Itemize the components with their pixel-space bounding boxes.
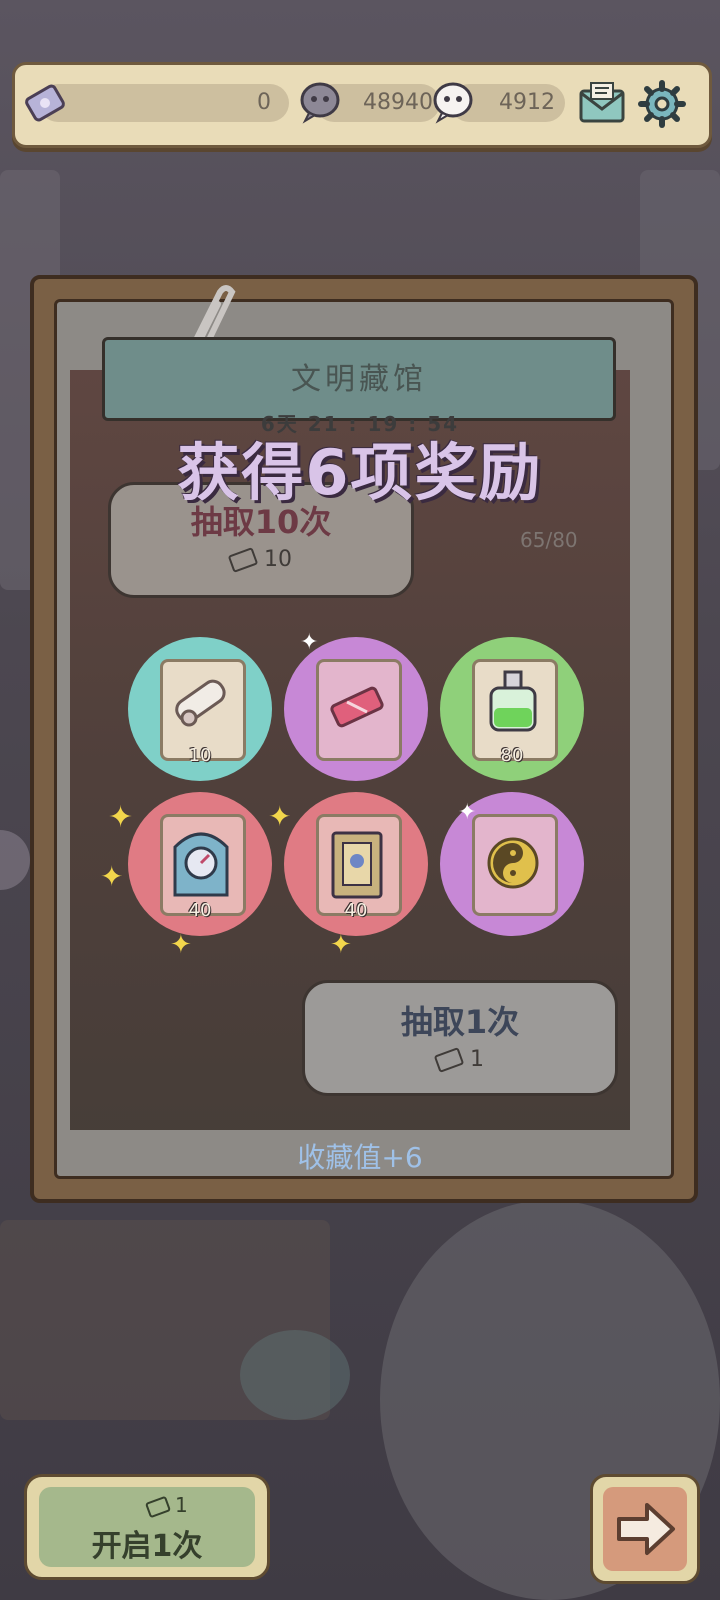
resource-bar: 0 48940 4912 [12,62,712,148]
background-shape [240,1330,350,1420]
next-button[interactable] [590,1474,700,1584]
reward-item-frame [316,659,402,761]
pull-1-cost-value: 1 [470,1047,484,1072]
ticket-icon [227,547,259,573]
scroll-icon [175,679,226,727]
ticket-icon [330,686,384,728]
side-tab[interactable] [0,830,30,890]
gacha-title: 文明藏馆 [291,362,427,397]
dark-bubble-icon [297,79,343,125]
book-relic-icon [331,831,383,899]
pull-1-button[interactable]: 抽取1次 1 [302,980,618,1096]
light-bubble-icon [430,79,476,125]
sparkle-icon: ✦ [100,860,124,893]
pull-1-cost: 1 [305,1047,615,1073]
reward-item[interactable]: 40 [128,792,272,936]
reward-item-frame [472,814,558,916]
reward-title: 获得6项奖励 [177,436,543,509]
reward-item[interactable] [284,637,428,781]
ticket-count: 0 [257,90,271,115]
game-scene: 0 48940 4912 文明藏馆 6天 21 : 19 : 54 抽取10次 [0,0,720,1600]
mail-icon[interactable] [577,79,627,129]
sparkle-icon: ✦ [268,800,292,833]
clock-relic-icon [173,832,229,897]
open-once-cost-value: 1 [175,1493,188,1517]
reward-item-count: 80 [500,745,524,766]
yin-yang-coin-icon [487,837,539,889]
reward-item-count: 40 [344,900,368,921]
collection-value-gain: 收藏值+6 [297,1141,423,1174]
arrow-right-icon [617,1503,675,1555]
next-button-inner [603,1487,687,1571]
pull-10-cost: 10 [111,547,411,573]
pull-10-cost-value: 10 [264,547,292,572]
ticket-icon [23,81,67,125]
open-once-inner: 1 开启1次 [39,1487,255,1567]
potion-bottle-icon [489,670,537,732]
reward-item-count: 10 [188,745,212,766]
reward-item[interactable]: 80 [440,637,584,781]
reward-item-count: 40 [188,900,212,921]
sparkle-icon: ✦ [108,800,134,835]
collection-progress: 65/80 [520,528,578,552]
open-once-cost: 1 [144,1493,188,1518]
open-once-label: 开启1次 [91,1529,203,1564]
gear-icon[interactable] [637,79,687,129]
reward-item[interactable]: 40 [284,792,428,936]
reward-item[interactable]: 10 [128,637,272,781]
open-once-button[interactable]: 1 开启1次 [24,1474,270,1580]
sparkle-icon: ✦ [458,800,477,825]
sparkle-icon: ✦ [300,630,319,655]
sparkle-icon: ✦ [170,930,192,960]
sparkle-icon: ✦ [330,930,352,960]
ticket-icon [433,1047,465,1073]
ticket-icon [144,1495,172,1518]
pull-1-label: 抽取1次 [400,1003,520,1041]
